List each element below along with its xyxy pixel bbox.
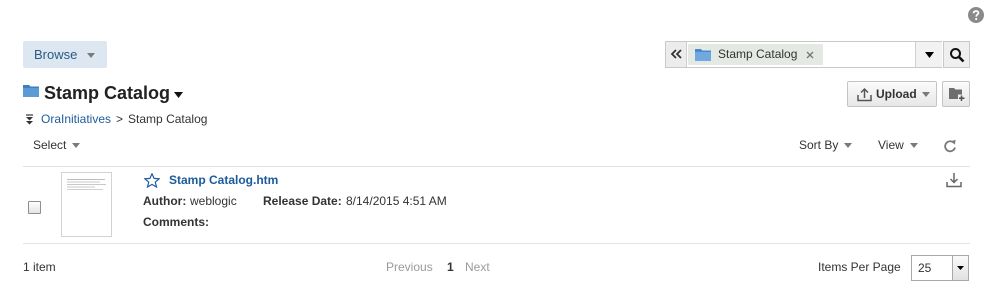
items-per-page-label: Items Per Page	[818, 260, 901, 274]
items-per-page-value: 25	[918, 261, 932, 275]
browse-button[interactable]: Browse	[23, 41, 107, 68]
divider	[23, 166, 970, 167]
download-icon[interactable]	[946, 172, 962, 188]
triangle-down-icon[interactable]	[952, 256, 968, 280]
author-label: Author:	[143, 194, 187, 208]
upload-icon	[857, 87, 872, 102]
search-button[interactable]	[943, 41, 970, 68]
folder-icon	[23, 84, 39, 97]
document-thumbnail[interactable]	[61, 172, 112, 237]
next-page-link[interactable]: Next	[465, 260, 490, 274]
breadcrumb: OraInitiatives > Stamp Catalog	[41, 112, 207, 126]
browse-label: Browse	[34, 47, 78, 62]
breadcrumb-collapse-icon[interactable]	[25, 114, 34, 125]
release-date-value: 8/14/2015 4:51 AM	[346, 194, 447, 208]
search-chip-label: Stamp Catalog	[718, 47, 798, 61]
divider	[23, 243, 970, 244]
select-menu[interactable]: Select	[33, 138, 81, 152]
help-icon[interactable]	[968, 7, 984, 23]
release-date-label: Release Date:	[263, 194, 342, 208]
breadcrumb-separator: >	[116, 112, 124, 126]
folder-icon	[695, 48, 711, 61]
star-icon[interactable]	[144, 173, 160, 188]
close-icon[interactable]	[806, 51, 814, 59]
search-input[interactable]: Stamp Catalog	[665, 41, 942, 68]
current-page-number: 1	[447, 260, 454, 274]
search-dropdown-button[interactable]	[915, 42, 942, 67]
item-name-link[interactable]: Stamp Catalog.htm	[169, 173, 278, 187]
chevron-down-icon	[909, 143, 918, 148]
chevron-down-icon	[922, 92, 930, 97]
page-title: Stamp Catalog	[44, 83, 171, 103]
author-value: weblogic	[190, 194, 237, 208]
previous-page-link[interactable]: Previous	[386, 260, 433, 274]
chevron-down-icon	[844, 143, 853, 148]
items-per-page-select[interactable]: 25	[911, 255, 969, 281]
refresh-icon[interactable]	[942, 138, 958, 154]
new-folder-button[interactable]	[942, 81, 970, 107]
triangle-down-icon[interactable]	[174, 92, 183, 98]
folder-add-icon	[949, 87, 965, 102]
search-filter-chip[interactable]: Stamp Catalog	[688, 44, 823, 65]
view-label: View	[878, 138, 904, 152]
breadcrumb-link[interactable]: OraInitiatives	[41, 112, 111, 126]
sort-by-menu[interactable]: Sort By	[799, 138, 853, 152]
breadcrumb-current: Stamp Catalog	[128, 112, 208, 126]
select-label: Select	[33, 138, 67, 152]
collapse-search-button[interactable]	[666, 42, 687, 67]
item-checkbox[interactable]	[28, 201, 41, 214]
chevron-down-icon	[72, 143, 81, 148]
upload-label: Upload	[876, 87, 917, 101]
chevron-down-icon	[87, 53, 95, 58]
view-menu[interactable]: View	[878, 138, 918, 152]
upload-button[interactable]: Upload	[847, 81, 937, 107]
item-count: 1 item	[23, 260, 56, 274]
comments-label: Comments:	[143, 215, 210, 229]
sort-by-label: Sort By	[799, 138, 839, 152]
